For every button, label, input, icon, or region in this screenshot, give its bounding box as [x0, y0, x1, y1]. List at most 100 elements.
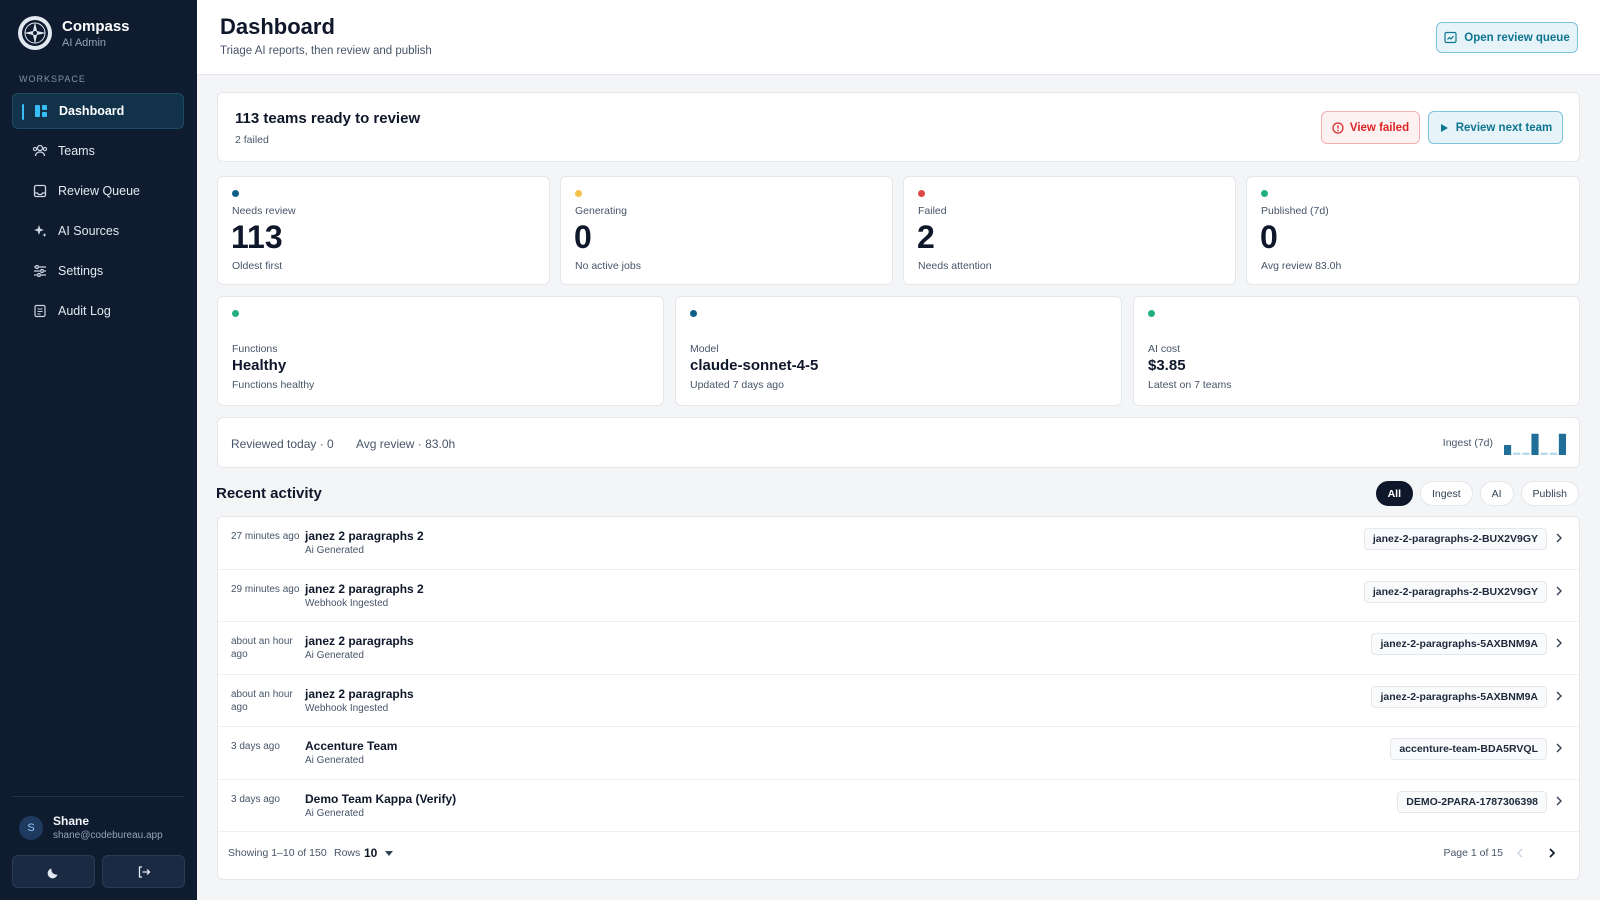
rows-label: Rows	[334, 847, 361, 859]
history-icon	[32, 303, 48, 319]
stat-card-needs-review[interactable]: Needs review 113 Oldest first	[217, 176, 550, 285]
chevron-right-icon	[1556, 743, 1562, 753]
sidebar-item-settings[interactable]: Settings	[12, 253, 184, 289]
filter-publish[interactable]: Publish	[1520, 481, 1579, 506]
brand-subtitle: AI Admin	[62, 36, 107, 49]
activity-title: Accenture Team	[305, 739, 398, 753]
status-dot	[232, 310, 239, 317]
team-id-badge: janez-2-paragraphs-5AXBNM9A	[1371, 685, 1547, 708]
stat-card-generating[interactable]: Generating 0 No active jobs	[560, 176, 893, 285]
next-page-button[interactable]	[1545, 845, 1559, 861]
sparkline-bar	[1522, 452, 1530, 455]
team-id-badge: DEMO-2PARA-1787306398	[1397, 790, 1547, 813]
list-item[interactable]: 3 days ago Accenture Team Ai Generated a…	[218, 727, 1579, 780]
stat-label: Published (7d)	[1261, 205, 1329, 217]
chevron-down-icon[interactable]	[385, 851, 393, 856]
activity-title: janez 2 paragraphs 2	[305, 581, 424, 596]
chevron-right-icon	[1556, 533, 1562, 543]
team-id-badge: janez-2-paragraphs-2-BUX2V9GY	[1363, 580, 1547, 603]
info-value: Healthy	[232, 357, 287, 374]
activity-time: 27 minutes ago	[231, 531, 300, 542]
stat-footnote: No active jobs	[575, 260, 641, 272]
logout-button[interactable]	[102, 855, 185, 888]
list-item[interactable]: 3 days ago Demo Team Kappa (Verify) Ai G…	[218, 780, 1579, 832]
info-card-functions[interactable]: Functions Healthy Functions healthy	[217, 296, 664, 406]
list-item[interactable]: about an hour ago janez 2 paragraphs Web…	[218, 675, 1579, 727]
sidebar-item-teams[interactable]: Teams	[12, 133, 184, 169]
status-dot	[232, 190, 239, 197]
activity-event: Webhook Ingested	[305, 702, 389, 714]
review-next-team-label: Review next team	[1455, 121, 1553, 134]
rows-per-page-select[interactable]: 10	[364, 846, 377, 860]
filter-all[interactable]: All	[1375, 481, 1414, 506]
sparkline-bar	[1558, 433, 1566, 455]
view-failed-label: View failed	[1349, 121, 1410, 134]
showing-range: Showing 1–10 of 150	[228, 847, 327, 859]
brand[interactable]: Compass AI Admin	[18, 16, 130, 50]
theme-toggle-button[interactable]	[12, 855, 95, 888]
status-dot	[1261, 190, 1268, 197]
review-summary-bar: Reviewed today · 0 Avg review · 83.0h In…	[217, 417, 1580, 468]
previous-page-button[interactable]	[1513, 845, 1527, 861]
user-profile[interactable]: S Shane shane@codebureau.app	[19, 814, 163, 841]
ready-to-review-card: 113 teams ready to review 2 failed View …	[217, 92, 1580, 162]
list-item[interactable]: about an hour ago janez 2 paragraphs Ai …	[218, 622, 1579, 675]
sparkline-bar	[1513, 452, 1521, 455]
activity-event: Ai Generated	[305, 545, 364, 556]
alert-circle-icon	[1332, 121, 1344, 134]
status-dot	[918, 190, 925, 197]
stat-value: 0	[574, 219, 592, 255]
info-card-ai-cost[interactable]: AI cost $3.85 Latest on 7 teams	[1133, 296, 1580, 406]
sidebar-item-ai-sources[interactable]: AI Sources	[12, 213, 184, 249]
filter-ingest[interactable]: Ingest	[1420, 481, 1473, 506]
ingest-sparkline	[1504, 430, 1566, 455]
filter-ai[interactable]: AI	[1479, 481, 1514, 506]
status-dot	[690, 310, 697, 317]
grid-icon	[33, 103, 49, 119]
info-label: Model	[690, 343, 719, 355]
activity-title: Demo Team Kappa (Verify)	[305, 791, 457, 806]
info-label: AI cost	[1148, 343, 1181, 355]
queue-icon	[1444, 31, 1457, 44]
info-footnote: Functions healthy	[232, 379, 315, 391]
list-item[interactable]: 29 minutes ago janez 2 paragraphs 2 Webh…	[218, 570, 1579, 622]
info-label: Functions	[232, 343, 278, 355]
activity-title: janez 2 paragraphs	[305, 686, 414, 701]
team-id-badge: janez-2-paragraphs-5AXBNM9A	[1371, 633, 1547, 655]
page-subtitle: Triage AI reports, then review and publi…	[220, 45, 432, 57]
open-review-queue-label: Open review queue	[1464, 31, 1570, 44]
sparkline-bar	[1549, 452, 1557, 455]
moon-icon	[47, 868, 57, 878]
pagination: Showing 1–10 of 150 Rows 10 Page 1 of 15	[218, 830, 1579, 879]
review-next-team-button[interactable]: Review next team	[1428, 111, 1563, 144]
compass-logo-icon	[18, 16, 52, 50]
sparkline-svg	[1504, 433, 1566, 455]
sidebar-item-dashboard[interactable]: Dashboard	[12, 93, 184, 129]
ready-subtitle: 2 failed	[235, 134, 269, 146]
ready-title: 113 teams ready to review	[235, 110, 421, 127]
stat-footnote: Avg review 83.0h	[1261, 260, 1342, 272]
sidebar-item-review-queue[interactable]: Review Queue	[12, 173, 184, 209]
stat-card-published[interactable]: Published (7d) 0 Avg review 83.0h	[1246, 176, 1580, 285]
info-card-model[interactable]: Model claude-sonnet-4-5 Updated 7 days a…	[675, 296, 1122, 406]
view-failed-button[interactable]: View failed	[1321, 111, 1420, 144]
list-item[interactable]: 27 minutes ago janez 2 paragraphs 2 Ai G…	[218, 517, 1579, 570]
stat-value: 0	[1260, 219, 1278, 255]
sidebar-item-label: AI Sources	[58, 224, 120, 238]
stat-card-failed[interactable]: Failed 2 Needs attention	[903, 176, 1236, 285]
brand-name: Compass	[62, 17, 130, 35]
stat-value: 113	[231, 219, 283, 255]
info-footnote: Updated 7 days ago	[690, 379, 784, 391]
sidebar-item-audit-log[interactable]: Audit Log	[12, 293, 184, 329]
stat-label: Needs review	[232, 205, 296, 217]
activity-time: about an hour ago	[231, 688, 293, 713]
recent-activity-title: Recent activity	[216, 485, 322, 502]
open-review-queue-button[interactable]: Open review queue	[1436, 22, 1578, 53]
page-title: Dashboard	[220, 14, 335, 39]
stat-footnote: Oldest first	[232, 260, 283, 272]
sparkline-bar	[1540, 452, 1548, 455]
avg-review: Avg review · 83.0h	[356, 437, 456, 451]
sliders-icon	[32, 263, 48, 279]
chevron-right-icon	[1556, 638, 1562, 648]
sparkles-icon	[32, 223, 48, 239]
